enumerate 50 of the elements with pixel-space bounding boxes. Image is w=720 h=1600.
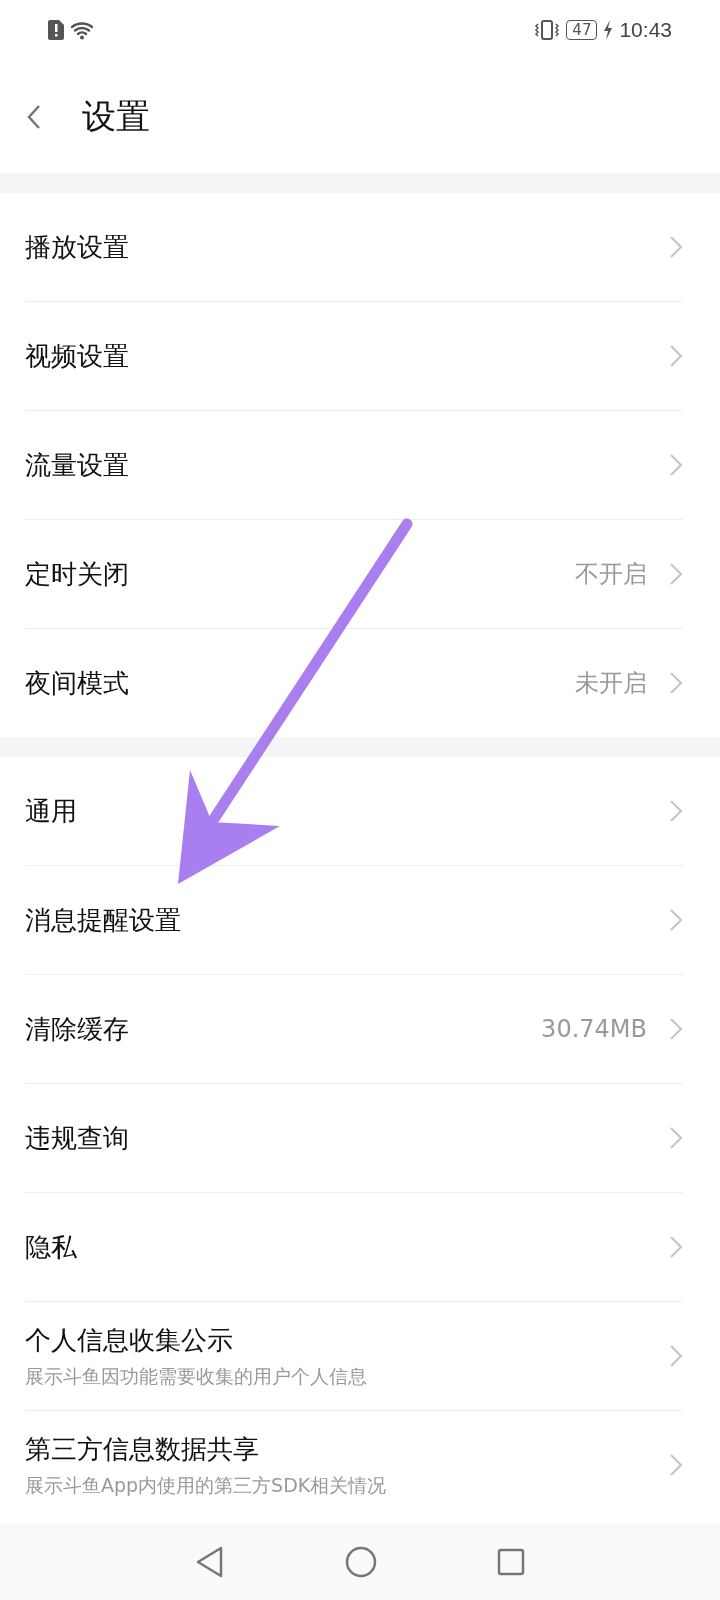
row-label: 清除缓存 xyxy=(25,1012,130,1046)
clock-time: 10:43 xyxy=(619,18,672,42)
back-button[interactable] xyxy=(26,103,42,130)
chevron-right-icon xyxy=(669,1344,683,1368)
row-label: 播放设置 xyxy=(25,230,130,264)
settings-row[interactable]: 隐私 xyxy=(25,1193,683,1302)
wifi-icon xyxy=(70,20,96,40)
home-nav-icon[interactable] xyxy=(345,1546,377,1578)
row-label: 定时关闭 xyxy=(25,557,130,591)
settings-row[interactable]: 个人信息收集公示 展示斗鱼因功能需要收集的用户个人信息 xyxy=(25,1302,683,1411)
page-title: 设置 xyxy=(82,94,150,138)
row-label: 流量设置 xyxy=(25,448,130,482)
row-label: 违规查询 xyxy=(25,1121,130,1155)
chevron-right-icon xyxy=(669,799,683,823)
settings-row[interactable]: 第三方信息数据共享 展示斗鱼App内使用的第三方SDK相关情况 xyxy=(25,1411,683,1519)
row-label: 隐私 xyxy=(25,1230,78,1264)
charging-icon xyxy=(603,20,614,40)
row-label: 视频设置 xyxy=(25,339,130,373)
settings-row[interactable]: 流量设置 xyxy=(25,411,683,520)
sim-alert-icon xyxy=(48,20,64,40)
chevron-right-icon xyxy=(669,671,683,695)
recents-nav-icon[interactable] xyxy=(497,1548,525,1576)
row-value: 不开启 xyxy=(575,559,647,590)
settings-row[interactable]: 播放设置 xyxy=(25,193,683,302)
battery-level: 47 xyxy=(566,20,598,40)
chevron-right-icon xyxy=(669,1453,683,1477)
chevron-right-icon xyxy=(669,344,683,368)
settings-row[interactable]: 违规查询 xyxy=(25,1084,683,1193)
settings-row[interactable]: 清除缓存 30.74MB xyxy=(25,975,683,1084)
row-value: 30.74MB xyxy=(541,1015,647,1043)
row-value: 未开启 xyxy=(575,668,647,699)
row-description: 展示斗鱼App内使用的第三方SDK相关情况 xyxy=(25,1472,388,1498)
row-label: 通用 xyxy=(25,794,78,828)
chevron-right-icon xyxy=(669,453,683,477)
row-label: 个人信息收集公示 xyxy=(25,1323,234,1357)
chevron-right-icon xyxy=(669,235,683,259)
vibrate-icon xyxy=(534,20,561,40)
settings-row[interactable]: 视频设置 xyxy=(25,302,683,411)
settings-row[interactable]: 定时关闭 不开启 xyxy=(25,520,683,629)
chevron-right-icon xyxy=(669,1017,683,1041)
chevron-right-icon xyxy=(669,1126,683,1150)
row-label: 夜间模式 xyxy=(25,666,130,700)
row-label: 第三方信息数据共享 xyxy=(25,1432,260,1466)
back-nav-icon[interactable] xyxy=(195,1546,225,1578)
settings-row[interactable]: 夜间模式 未开启 xyxy=(25,629,683,737)
chevron-right-icon xyxy=(669,562,683,586)
row-description: 展示斗鱼因功能需要收集的用户个人信息 xyxy=(25,1363,368,1389)
chevron-right-icon xyxy=(669,908,683,932)
chevron-right-icon xyxy=(669,1235,683,1259)
row-label: 消息提醒设置 xyxy=(25,903,182,937)
